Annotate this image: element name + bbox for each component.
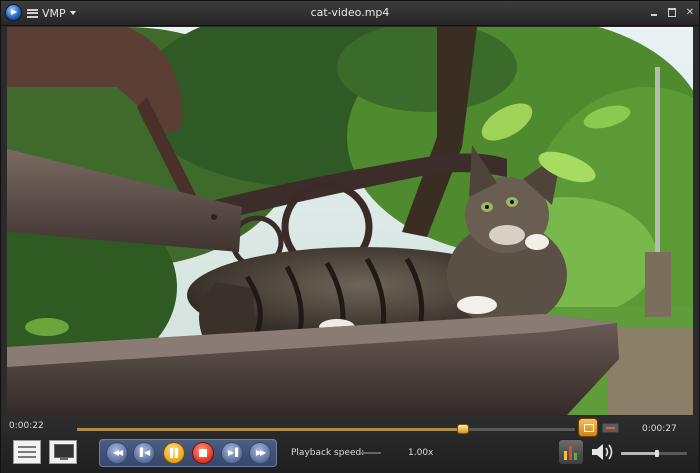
screen-mode-button[interactable] [49, 440, 77, 464]
player-window: VMP cat-video.mp4 ✕ 0:00:22 0:00:27 ◀◀ ▌… [0, 0, 700, 473]
video-frame [7, 27, 693, 415]
maximize-button[interactable] [664, 5, 680, 20]
chevron-down-icon [69, 11, 76, 15]
next-frame-icon: ▶▐ [227, 448, 238, 457]
pause-button[interactable] [164, 443, 184, 463]
previous-frame-button[interactable]: ▌◀ [134, 443, 154, 463]
main-menu-button[interactable]: VMP [27, 4, 76, 22]
playback-speed-value: 1.00x [408, 448, 434, 458]
hamburger-menu-icon [27, 8, 38, 18]
title-bar[interactable]: VMP cat-video.mp4 ✕ [1, 1, 699, 26]
rewind-icon: ◀◀ [112, 448, 123, 457]
playlist-button[interactable] [13, 440, 41, 464]
fast-forward-icon: ▶▶ [255, 448, 266, 457]
total-time: 0:00:27 [642, 424, 677, 434]
seek-progress [77, 428, 464, 431]
equalizer-button[interactable] [559, 440, 583, 464]
speaker-icon[interactable] [590, 443, 614, 461]
window-title: cat-video.mp4 [310, 6, 390, 19]
seek-bar[interactable] [77, 425, 575, 433]
playback-speed-slider[interactable] [361, 452, 381, 454]
fast-forward-button[interactable]: ▶▶ [250, 443, 270, 463]
previous-frame-icon: ▌◀ [139, 448, 150, 457]
control-bar: 0:00:22 0:00:27 ◀◀ ▌◀ ▶▐ ▶▶ Playback spe… [1, 416, 699, 473]
minimize-button[interactable] [646, 5, 662, 20]
current-time: 0:00:22 [9, 421, 44, 431]
video-display[interactable] [7, 27, 693, 415]
volume-handle[interactable] [655, 450, 660, 457]
volume-level [621, 452, 658, 455]
next-frame-button[interactable]: ▶▐ [222, 443, 242, 463]
menu-label: VMP [42, 6, 66, 20]
rewind-button[interactable]: ◀◀ [107, 443, 127, 463]
transport-controls: ◀◀ ▌◀ ▶▐ ▶▶ [99, 439, 277, 467]
playback-speed-label: Playback speed: [291, 448, 365, 458]
volume-slider[interactable] [621, 450, 687, 457]
close-button[interactable]: ✕ [682, 5, 698, 20]
pause-icon [170, 448, 178, 458]
snapshot-button[interactable] [579, 419, 597, 436]
seek-handle[interactable] [458, 425, 469, 433]
mini-mode-button[interactable] [602, 423, 619, 433]
app-logo-icon[interactable] [6, 5, 21, 20]
stop-icon [199, 449, 207, 457]
stop-button[interactable] [193, 443, 213, 463]
